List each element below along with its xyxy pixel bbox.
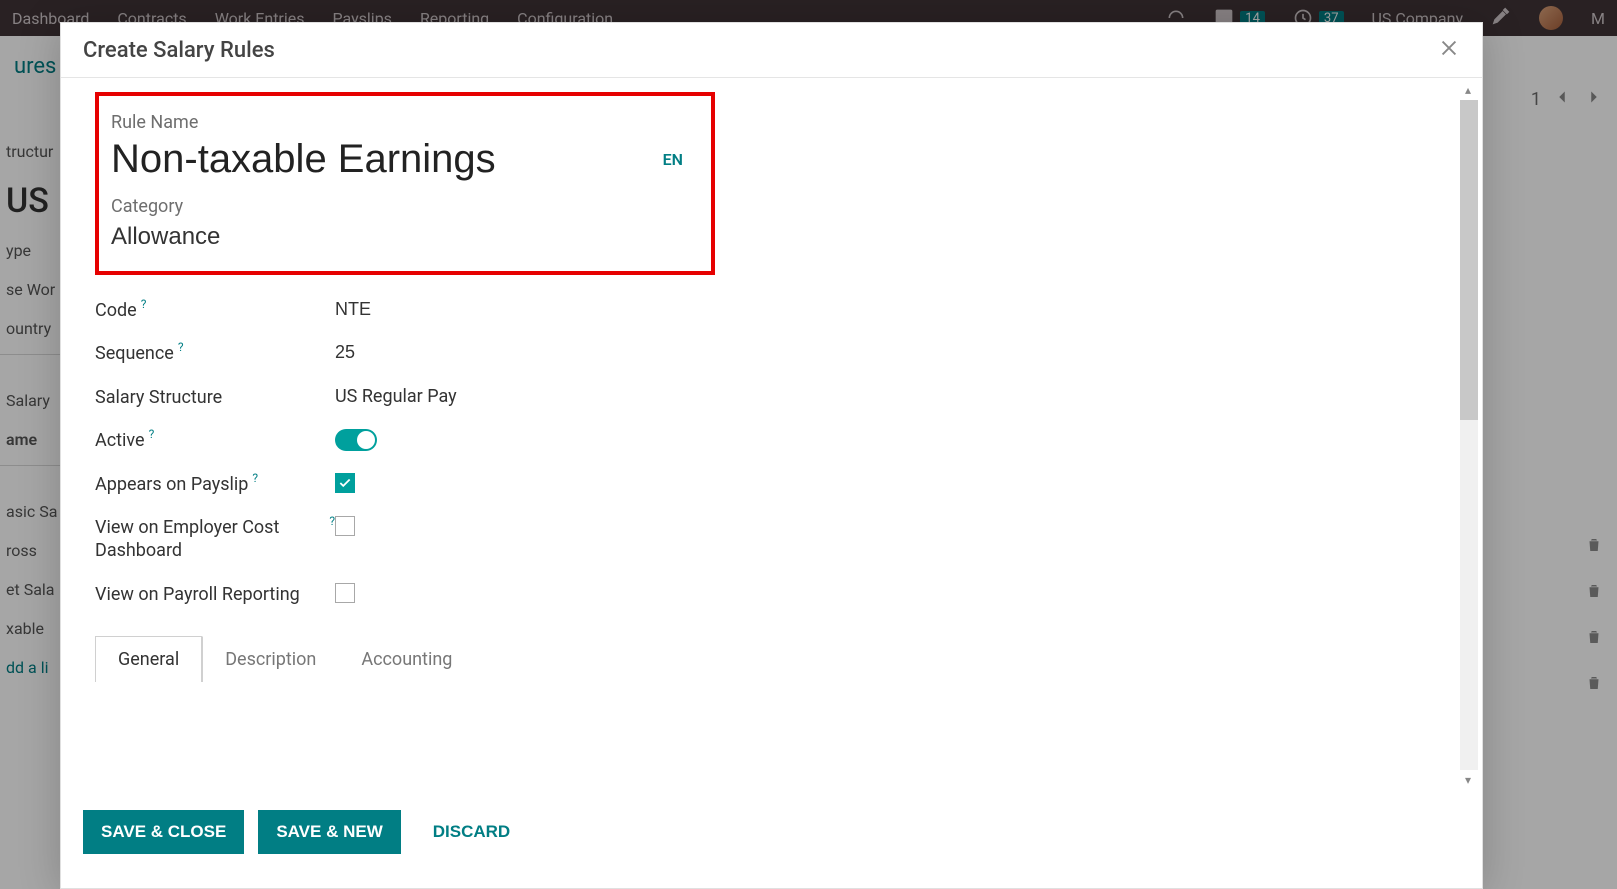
structure-label: Salary Structure bbox=[95, 386, 222, 409]
active-toggle[interactable] bbox=[335, 429, 377, 451]
sequence-label: Sequence bbox=[95, 342, 174, 365]
tabs: General Description Accounting bbox=[95, 636, 1450, 682]
modal-title: Create Salary Rules bbox=[83, 38, 275, 63]
scrollbar-thumb[interactable] bbox=[1460, 100, 1478, 420]
highlight-box: Rule Name EN Category bbox=[95, 92, 715, 275]
sequence-input[interactable] bbox=[335, 342, 735, 363]
modal-header: Create Salary Rules bbox=[61, 23, 1482, 78]
close-button[interactable] bbox=[1438, 37, 1460, 63]
create-salary-rules-modal: Create Salary Rules ▴ ▾ Rule Name EN Cat… bbox=[60, 22, 1483, 889]
close-icon bbox=[1438, 37, 1460, 59]
code-label: Code bbox=[95, 299, 137, 322]
save-close-button[interactable]: SAVE & CLOSE bbox=[83, 810, 244, 854]
appears-on-payslip-label: Appears on Payslip bbox=[95, 473, 248, 496]
category-label: Category bbox=[111, 196, 695, 217]
help-icon[interactable]: ? bbox=[141, 297, 147, 313]
employer-cost-label: View on Employer Cost Dashboard bbox=[95, 516, 325, 563]
tab-accounting[interactable]: Accounting bbox=[339, 636, 475, 682]
modal-body: ▴ ▾ Rule Name EN Category Code? Sequence… bbox=[61, 78, 1482, 792]
help-icon[interactable]: ? bbox=[329, 514, 335, 530]
help-icon[interactable]: ? bbox=[252, 471, 258, 487]
category-input[interactable] bbox=[111, 223, 695, 251]
payroll-reporting-checkbox[interactable] bbox=[335, 583, 355, 603]
help-icon[interactable]: ? bbox=[178, 340, 184, 356]
rule-name-label: Rule Name bbox=[111, 112, 695, 133]
active-label: Active bbox=[95, 429, 145, 452]
tab-description[interactable]: Description bbox=[202, 636, 339, 682]
rule-name-input[interactable] bbox=[111, 137, 695, 182]
structure-value[interactable]: US Regular Pay bbox=[335, 386, 457, 407]
help-icon[interactable]: ? bbox=[149, 427, 155, 443]
code-input[interactable] bbox=[335, 299, 735, 320]
scroll-down-icon[interactable]: ▾ bbox=[1460, 772, 1476, 788]
language-badge[interactable]: EN bbox=[663, 150, 683, 169]
tab-general[interactable]: General bbox=[95, 636, 202, 682]
employer-cost-checkbox[interactable] bbox=[335, 516, 355, 536]
modal-footer: SAVE & CLOSE SAVE & NEW DISCARD bbox=[61, 792, 1482, 888]
form-grid: Code? Sequence? Salary Structure US Regu… bbox=[95, 289, 735, 618]
payroll-reporting-label: View on Payroll Reporting bbox=[95, 583, 300, 606]
scroll-up-icon[interactable]: ▴ bbox=[1460, 82, 1476, 98]
discard-button[interactable]: DISCARD bbox=[415, 810, 528, 854]
save-new-button[interactable]: SAVE & NEW bbox=[258, 810, 400, 854]
appears-on-payslip-checkbox[interactable] bbox=[335, 473, 355, 493]
